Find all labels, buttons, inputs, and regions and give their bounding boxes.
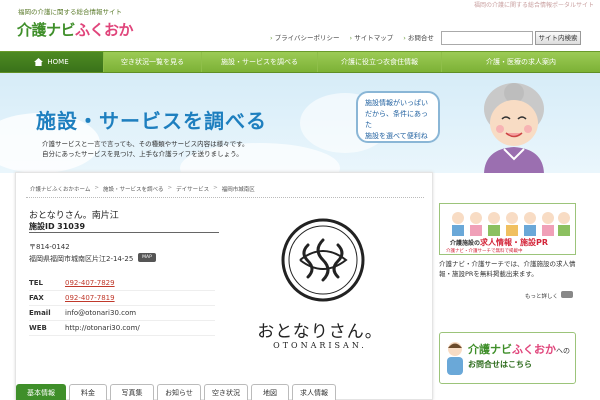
nav-home[interactable]: HOME bbox=[0, 52, 104, 72]
web-value: http://otonari30.com/ bbox=[65, 324, 140, 332]
contact-banner-title: 介護ナビふくおかへの bbox=[468, 341, 570, 357]
tab-photos[interactable]: 写真集 bbox=[110, 384, 154, 400]
breadcrumb-separator: > bbox=[213, 185, 218, 191]
header: 福岡の介護に関する総合情報サイト 福岡の介護に関する総合情報ポータルサイト 介護… bbox=[0, 0, 600, 52]
contact-banner-particle: への bbox=[556, 347, 570, 355]
sitemap-link[interactable]: サイトマップ bbox=[350, 32, 393, 42]
contact-row-web: WEB http://otonari30.com/ bbox=[29, 321, 215, 336]
breadcrumb-separator: > bbox=[167, 185, 173, 191]
job-pr-title-b: 求人情報・施設PR bbox=[480, 238, 549, 247]
facility-detail-panel: 介護ナビふくおかホーム > 施設・サービスを調べる > デイサービス > 福岡市城南区… bbox=[15, 172, 433, 400]
nav-home-label: HOME bbox=[47, 58, 69, 66]
contact-link[interactable]: お問合せ bbox=[403, 32, 434, 42]
breadcrumb-separator: > bbox=[94, 185, 99, 191]
grandma-illustration bbox=[484, 83, 544, 173]
postal-code: 〒814-0142 bbox=[29, 243, 70, 251]
tab-map[interactable]: 地図 bbox=[251, 384, 289, 400]
hero-line-2: 自分にあったサービスを見つけ、上手な介護ライフを送りましょう。 bbox=[42, 150, 243, 158]
staff-person-icon bbox=[447, 342, 463, 375]
contact-banner-brand: 介護ナビ bbox=[468, 343, 512, 356]
more-arrow-icon[interactable] bbox=[561, 291, 573, 298]
staff-illustration bbox=[452, 212, 570, 236]
job-pr-banner[interactable]: 介護施設の求人情報・施設PR 介護ナビ・介護サーチで無料で掲載中 bbox=[439, 203, 576, 255]
speech-bubble: 施設情報がいっぱい だから、条件にあった 施設を選べて便利ね bbox=[356, 91, 440, 143]
web-label: WEB bbox=[29, 324, 47, 332]
nav-lifestyle-info[interactable]: 介護に役立つ衣食住情報 bbox=[318, 52, 442, 72]
fax-link[interactable]: 092-407-7819 bbox=[65, 294, 115, 302]
facility-address: 福岡県福岡市城南区片江2-14-25 bbox=[29, 255, 134, 263]
facility-logo-mark bbox=[281, 218, 365, 302]
email-label: Email bbox=[29, 309, 51, 317]
job-pr-subtitle: 介護ナビ・介護サーチで無料で掲載中 bbox=[446, 249, 523, 254]
breadcrumb-divider bbox=[26, 197, 424, 198]
bubble-line-1: 施設情報がいっぱい bbox=[365, 99, 428, 107]
site-tagline: 福岡の介護に関する総合情報サイト bbox=[18, 8, 122, 16]
facility-tabs: 基本情報 料金 写真集 お知らせ 空き状況 地図 求人情報 bbox=[16, 384, 336, 400]
contact-row-email: Email info@otonari30.com bbox=[29, 306, 215, 321]
site-logo[interactable]: 介護ナビふくおか bbox=[17, 19, 134, 40]
tab-basic-info[interactable]: 基本情報 bbox=[16, 384, 66, 400]
site-tagline-right: 福岡の介護に関する総合情報ポータルサイト bbox=[473, 2, 594, 9]
privacy-link[interactable]: プライバシーポリシー bbox=[270, 32, 340, 42]
map-button[interactable]: MAP bbox=[138, 253, 156, 262]
breadcrumb-home[interactable]: 介護ナビふくおかホーム bbox=[30, 185, 90, 193]
global-nav: HOME 空き状況一覧を見る 施設・サービスを調べる 介護に役立つ衣食住情報 介… bbox=[0, 51, 600, 73]
facility-name: おとなりさん。南片江 bbox=[29, 211, 119, 221]
contact-banner-brand-accent: ふくおか bbox=[512, 343, 556, 356]
facility-id-underline bbox=[29, 232, 219, 233]
tab-jobs[interactable]: 求人情報 bbox=[292, 384, 336, 400]
hero-banner: 施設・サービスを調べる 介護サービスと一言で言っても、その種類やサービス内容は様… bbox=[0, 73, 600, 173]
email-value: info@otonari30.com bbox=[65, 309, 137, 317]
nav-facility-search[interactable]: 施設・サービスを調べる bbox=[202, 52, 318, 72]
facility-id-value: 31039 bbox=[57, 222, 86, 231]
job-pr-title-a: 介護施設の bbox=[450, 240, 481, 247]
facility-logo-roman: OTONARISAN. bbox=[273, 341, 367, 350]
nav-availability[interactable]: 空き状況一覧を見る bbox=[104, 52, 202, 72]
logo-main: 介護ナビ bbox=[17, 21, 76, 39]
tel-link[interactable]: 092-407-7829 bbox=[65, 279, 115, 287]
more-details-link[interactable]: もっと詳しく bbox=[525, 292, 558, 300]
facility-id-label: 施設ID bbox=[29, 222, 55, 231]
tel-label: TEL bbox=[29, 279, 44, 287]
header-links: プライバシーポリシー サイトマップ お問合せ bbox=[270, 32, 434, 42]
contact-banner-subtitle: お問合せはこちら bbox=[468, 360, 532, 369]
job-pr-description: 介護ナビ・介護サーチでは、介護施設の求人情報・施設PRを無料掲載出来ます。 bbox=[439, 260, 576, 278]
tab-news[interactable]: お知らせ bbox=[157, 384, 201, 400]
hero-description: 介護サービスと一言で言っても、その種類やサービス内容は様々です。 自分にあったサ… bbox=[42, 139, 249, 159]
contact-table: TEL 092-407-7829 FAX 092-407-7819 Email inf… bbox=[29, 276, 215, 336]
contact-banner[interactable]: 介護ナビふくおかへの お問合せはこちら bbox=[439, 332, 576, 384]
breadcrumb-current: 福岡市城南区 bbox=[221, 187, 255, 193]
breadcrumb: 介護ナビふくおかホーム > 施設・サービスを調べる > デイサービス > 福岡市城南区 bbox=[30, 185, 255, 193]
facility-id: 施設ID 31039 bbox=[29, 221, 85, 232]
fax-label: FAX bbox=[29, 294, 44, 302]
bubble-line-2: だから、条件にあった bbox=[365, 110, 428, 129]
breadcrumb-day-service[interactable]: デイサービス bbox=[176, 185, 209, 193]
logo-accent: ふくおか bbox=[75, 21, 134, 39]
contact-row-fax: FAX 092-407-7819 bbox=[29, 291, 215, 306]
tab-fees[interactable]: 料金 bbox=[69, 384, 107, 400]
facility-logo-text: おとなりさん。 bbox=[257, 322, 383, 342]
job-pr-title: 介護施設の求人情報・施設PR bbox=[450, 237, 548, 248]
bubble-line-3: 施設を選べて便利ね bbox=[365, 132, 428, 140]
site-search-button[interactable]: サイト内検索 bbox=[535, 31, 581, 45]
breadcrumb-facility-search[interactable]: 施設・サービスを調べる bbox=[103, 185, 164, 193]
home-icon bbox=[34, 58, 44, 66]
nav-jobs[interactable]: 介護・医療の求人案内 bbox=[442, 52, 600, 72]
contact-row-tel: TEL 092-407-7829 bbox=[29, 276, 215, 291]
facility-logo: おとなりさん。 OTONARISAN. bbox=[234, 213, 394, 363]
tab-availability[interactable]: 空き状況 bbox=[204, 384, 248, 400]
hero-title: 施設・サービスを調べる bbox=[36, 109, 267, 133]
site-search-input[interactable] bbox=[441, 31, 533, 45]
hero-line-1: 介護サービスと一言で言っても、その種類やサービス内容は様々です。 bbox=[42, 140, 249, 148]
